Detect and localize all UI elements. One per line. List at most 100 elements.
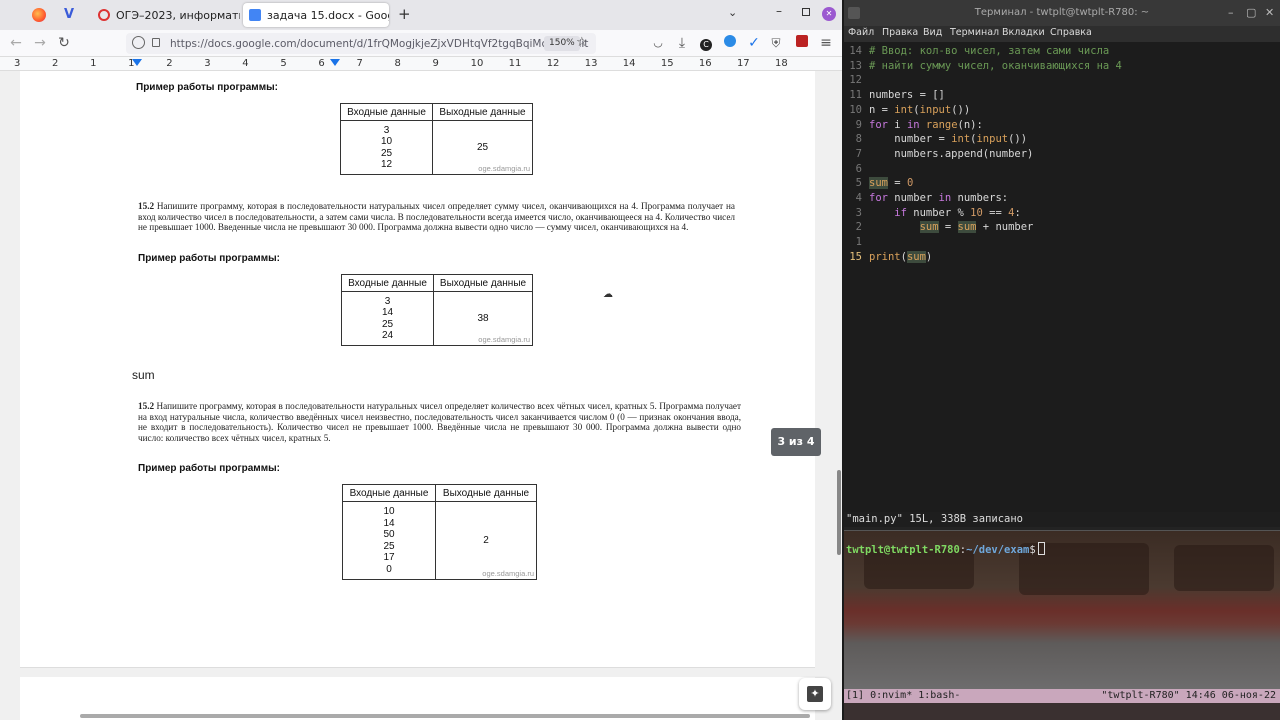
code-text: ()) (1008, 133, 1028, 146)
menu-tabs[interactable]: Вкладки (1002, 27, 1045, 38)
input-value: 3 (383, 124, 390, 136)
bookmark-star-icon[interactable]: ☆ (576, 35, 588, 50)
lock-icon[interactable] (152, 38, 160, 47)
new-tab-button[interactable]: + (398, 5, 411, 23)
site-info-icon[interactable] (132, 36, 145, 49)
line-number: 10 (849, 103, 862, 116)
ruler-mark: 5 (280, 58, 287, 69)
ruler-mark: 10 (470, 58, 484, 69)
table3-output-cell: 2 oge.sdamgia.ru (435, 501, 537, 580)
code-builtin: int (951, 133, 971, 146)
url-text: https://docs.google.com/document/d/1frQM… (170, 37, 589, 50)
code-builtin: sum (919, 221, 939, 234)
table-header-input: Входные данные (341, 274, 434, 292)
page-indicator: 3 из 4 (771, 428, 821, 456)
right-indent-marker-icon[interactable] (330, 59, 340, 66)
extension-blue-icon[interactable] (720, 34, 740, 52)
maximize-window-icon[interactable] (802, 8, 810, 16)
extension-badge-icon[interactable] (792, 34, 812, 52)
menu-help[interactable]: Справка (1050, 27, 1092, 38)
code-text: numbers = [] (869, 89, 945, 102)
input-value: 17 (383, 552, 395, 563)
terminal-titlebar: Терминал - twtplt@twtplt-R780: ~ – ▢ ✕ (844, 0, 1280, 26)
tab-google-docs[interactable]: задача 15.docx - Google Д ✕ (243, 3, 389, 27)
menu-view[interactable]: Вид (923, 27, 942, 38)
table-header-input: Входные данные (342, 484, 436, 502)
close-window-icon[interactable]: ✕ (822, 7, 836, 21)
code-builtin: int (894, 103, 914, 116)
forward-arrow-icon[interactable]: → (30, 34, 50, 52)
code-text: (n): (957, 118, 983, 131)
extension-c-icon[interactable]: C (696, 34, 716, 52)
text-cursor (1037, 542, 1045, 555)
line-number: 4 (855, 192, 862, 204)
address-bar[interactable]: https://docs.google.com/document/d/1frQM… (126, 33, 596, 54)
code-comment: # найти сумму чисел, оканчивающихся на 4 (869, 59, 1122, 72)
downloads-icon[interactable]: ⤓ (672, 34, 692, 52)
table2-output-cell: 38 oge.sdamgia.ru (433, 291, 533, 346)
left-indent-marker-icon[interactable] (132, 59, 142, 66)
firefox-menu-icon[interactable] (32, 8, 46, 22)
horizontal-scrollbar[interactable] (80, 714, 810, 718)
tab-list-icon[interactable]: V (64, 7, 74, 22)
task-2-number: 15.2 (138, 201, 155, 211)
code-number: 0 (906, 177, 914, 190)
code-text: ) (925, 250, 933, 263)
io-table-2: Входные данные Выходные данные 3 14 25 24 38 o… (341, 274, 533, 346)
code-builtin: sum (906, 250, 926, 263)
table-header-input: Входные данные (340, 103, 433, 121)
tab-overflow-chevron-icon[interactable]: ⌄ (728, 6, 737, 19)
menu-terminal[interactable]: Терминал (950, 27, 999, 38)
ruler-mark: 18 (775, 58, 788, 69)
zoom-level-badge[interactable]: 150% (544, 36, 580, 51)
code-text: number % (906, 206, 971, 219)
minimize-window-icon[interactable]: – (1228, 0, 1234, 26)
reload-icon[interactable]: ↻ (54, 34, 74, 52)
ruler-mark: 8 (394, 58, 401, 69)
code-text: number = (869, 133, 952, 146)
menu-file[interactable]: Файл (848, 27, 874, 38)
explore-button[interactable]: ✦ (799, 678, 831, 710)
browser-window: V ОГЭ–2023, информатика: ✕ задача 15.doc… (0, 0, 842, 720)
back-arrow-icon[interactable]: ← (6, 34, 26, 52)
minimize-window-icon[interactable]: – (776, 4, 782, 18)
ruler-mark: 2 (166, 58, 173, 69)
table2-inputs: 3 14 25 24 (341, 291, 434, 346)
typed-word-sum[interactable]: sum (132, 368, 155, 382)
input-value: 3 (384, 295, 391, 307)
ruler-mark: 9 (432, 58, 439, 69)
line-number: 2 (855, 221, 862, 234)
menu-edit[interactable]: Правка (882, 27, 918, 38)
vertical-scrollbar-thumb[interactable] (837, 470, 841, 555)
terminal-title: Терминал - twtplt@twtplt-R780: ~ (974, 7, 1150, 18)
input-value: 0 (386, 563, 392, 575)
line-number: 9 (855, 118, 862, 131)
maximize-window-icon[interactable]: ▢ (1246, 0, 1256, 26)
tab-oge[interactable]: ОГЭ–2023, информатика: ✕ (92, 3, 240, 27)
prompt-sign: $ (1029, 544, 1036, 556)
code-builtin: input (919, 103, 952, 116)
tmux-window-list[interactable]: [1] 0:nvim* 1:bash- (846, 689, 960, 703)
watermark: oge.sdamgia.ru (482, 569, 534, 578)
ruler-mark: 14 (622, 58, 636, 69)
extension-shield-icon[interactable]: ⛨ (766, 34, 786, 52)
hamburger-menu-icon[interactable]: ≡ (816, 34, 836, 52)
close-window-icon[interactable]: ✕ (1265, 0, 1274, 26)
tab-oge-label: ОГЭ–2023, информатика: (116, 8, 240, 22)
input-value: 25 (383, 540, 395, 552)
io-table-1: Входные данные Выходные данные 3 10 25 12 25 o… (340, 103, 533, 175)
nvim-editor[interactable]: 14 # Ввод: кол-во чисел, затем сами числа… (844, 42, 1280, 512)
document-canvas: Пример работы программы: Входные данные В… (0, 71, 842, 720)
ruler-mark: 2 (52, 58, 59, 69)
document-page: Пример работы программы: Входные данные В… (20, 71, 815, 668)
input-value: 14 (381, 307, 394, 318)
tmux-status-bar: [1] 0:nvim* 1:bash- "twtplt-R780" 14:46 … (844, 689, 1280, 703)
table1-inputs: 3 10 25 12 (340, 120, 433, 175)
document-ruler[interactable]: 3 2 1 1 2 3 4 5 6 7 8 9 10 11 12 13 14 15 16 17 18 (0, 57, 842, 71)
extension-check-icon[interactable]: ✓ (744, 34, 764, 52)
pocket-icon[interactable]: ◡ (648, 34, 668, 52)
code-builtin: sum (957, 221, 977, 234)
code-builtin: sum (869, 177, 888, 190)
shell-prompt[interactable]: twtplt@twtplt-R780:~/dev/exam$ (846, 542, 1045, 557)
